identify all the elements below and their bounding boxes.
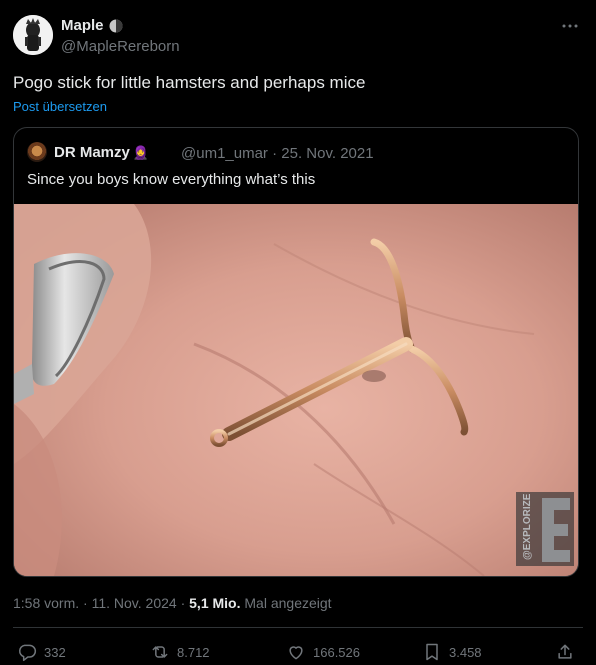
tweet-time[interactable]: 1:58 vorm. [13, 595, 79, 611]
author-name[interactable]: Maple [61, 17, 123, 34]
like-count: 166.526 [313, 644, 360, 660]
quoted-author-name[interactable]: DR Mamzy 🧕 [54, 144, 149, 161]
quoted-author-avatar[interactable] [27, 142, 47, 162]
heart-icon [289, 646, 303, 660]
bookmark-icon [426, 643, 438, 661]
author-avatar[interactable] [13, 15, 53, 55]
tweet-date[interactable]: 11. Nov. 2024 [92, 595, 177, 611]
quoted-photo[interactable]: @EXPLORIZE [14, 204, 578, 576]
quoted-meta-separator: · [272, 145, 278, 162]
views-label: Mal angezeigt [244, 595, 332, 611]
translate-link[interactable]: Post übersetzen [13, 99, 107, 114]
moon-icon [109, 19, 123, 32]
explorize-watermark: @EXPLORIZE [516, 492, 574, 566]
tweet-text: Pogo stick for little hamsters and perha… [13, 73, 366, 92]
reply-button[interactable]: 332 [17, 642, 66, 662]
like-button[interactable]: 166.526 [286, 642, 360, 662]
bookmark-button[interactable]: 3.458 [422, 642, 482, 662]
views-count: 5,1 Mio. [189, 595, 241, 611]
repost-count: 8.712 [177, 644, 210, 660]
author-name-text[interactable]: Maple [61, 17, 104, 34]
reply-icon [19, 644, 37, 662]
watermark-text: @EXPLORIZE [522, 493, 533, 560]
tweet-timestamp: 1:58 vorm. · 11. Nov. 2024 · 5,1 Mio. Ma… [13, 595, 332, 611]
quoted-meta: @um1_umar · 25. Nov. 2021 [181, 145, 374, 162]
quoted-text: Since you boys know everything what’s th… [27, 171, 316, 188]
author-handle[interactable]: @MapleRereborn [61, 38, 180, 55]
quoted-author-handle: @um1_umar [181, 145, 268, 162]
tweet: Maple @MapleRereborn Pogo stick for litt… [0, 0, 596, 665]
repost-button[interactable]: 8.712 [150, 642, 210, 662]
share-button[interactable] [555, 642, 575, 662]
share-icon [558, 644, 572, 659]
meta-separator: · [180, 595, 186, 611]
meta-separator: · [83, 595, 88, 611]
bookmark-count: 3.458 [449, 644, 482, 660]
repost-icon [152, 646, 168, 658]
quoted-tweet[interactable]: DR Mamzy 🧕 @um1_umar · 25. Nov. 2021 Sin… [13, 127, 579, 577]
quoted-author-name-text: DR Mamzy [54, 144, 130, 161]
divider [13, 627, 583, 628]
reply-count: 332 [44, 644, 66, 660]
more-options-icon[interactable] [561, 17, 579, 35]
hijab-emoji-icon: 🧕 [132, 144, 150, 160]
quoted-date: 25. Nov. 2021 [281, 145, 374, 162]
